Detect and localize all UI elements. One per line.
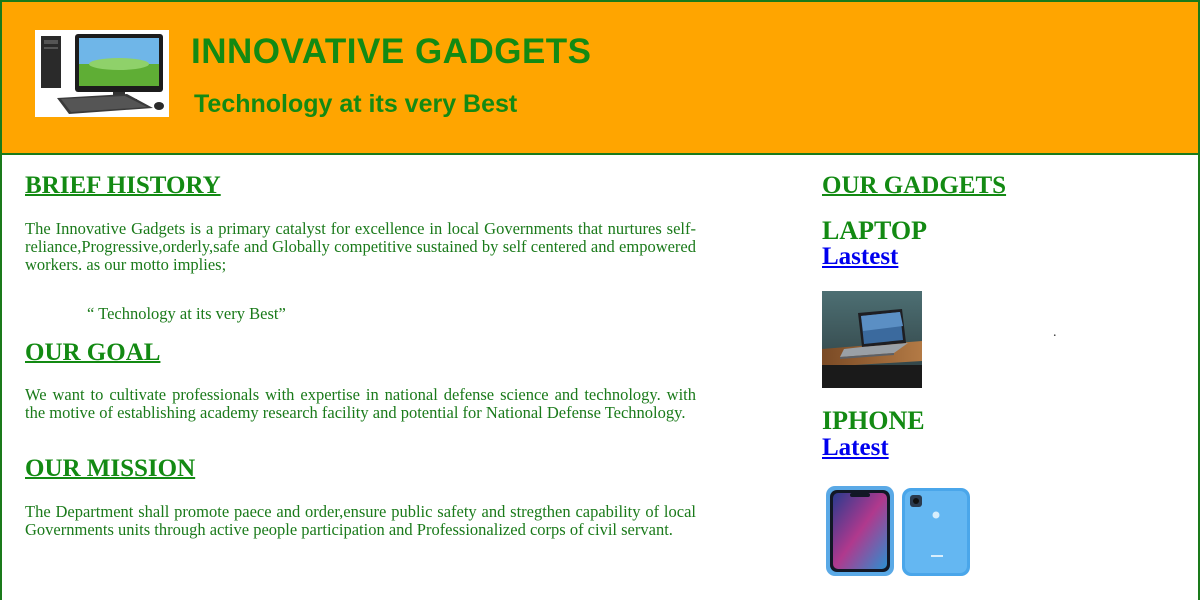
- gadgets-heading: OUR GADGETS: [822, 172, 1007, 199]
- laptop-latest-link[interactable]: Lastest: [822, 243, 898, 271]
- goal-heading: OUR GOAL: [25, 339, 161, 366]
- laptop-image[interactable]: [822, 291, 922, 388]
- mission-text: The Department shall promote paece and o…: [25, 502, 696, 539]
- site-title: INNOVATIVE GADGETS: [191, 32, 592, 71]
- iphone-title: IPHONE: [822, 406, 925, 435]
- history-text: The Innovative Gadgets is a primary cata…: [25, 219, 696, 274]
- laptop-title: LAPTOP: [822, 216, 927, 245]
- desktop-computer-icon: [35, 30, 169, 117]
- site-tagline: Technology at its very Best: [194, 90, 518, 118]
- goal-text: We want to cultivate professionals with …: [25, 385, 696, 422]
- iphone-image[interactable]: [824, 485, 972, 577]
- stray-dot: .: [1053, 325, 1057, 340]
- history-heading: BRIEF HISTORY: [25, 172, 221, 199]
- iphone-latest-link[interactable]: Latest: [822, 434, 889, 462]
- mission-heading: OUR MISSION: [25, 455, 196, 482]
- motto-quote: “ Technology at its very Best”: [87, 304, 286, 323]
- site-header: INNOVATIVE GADGETS Technology at its ver…: [0, 0, 1200, 155]
